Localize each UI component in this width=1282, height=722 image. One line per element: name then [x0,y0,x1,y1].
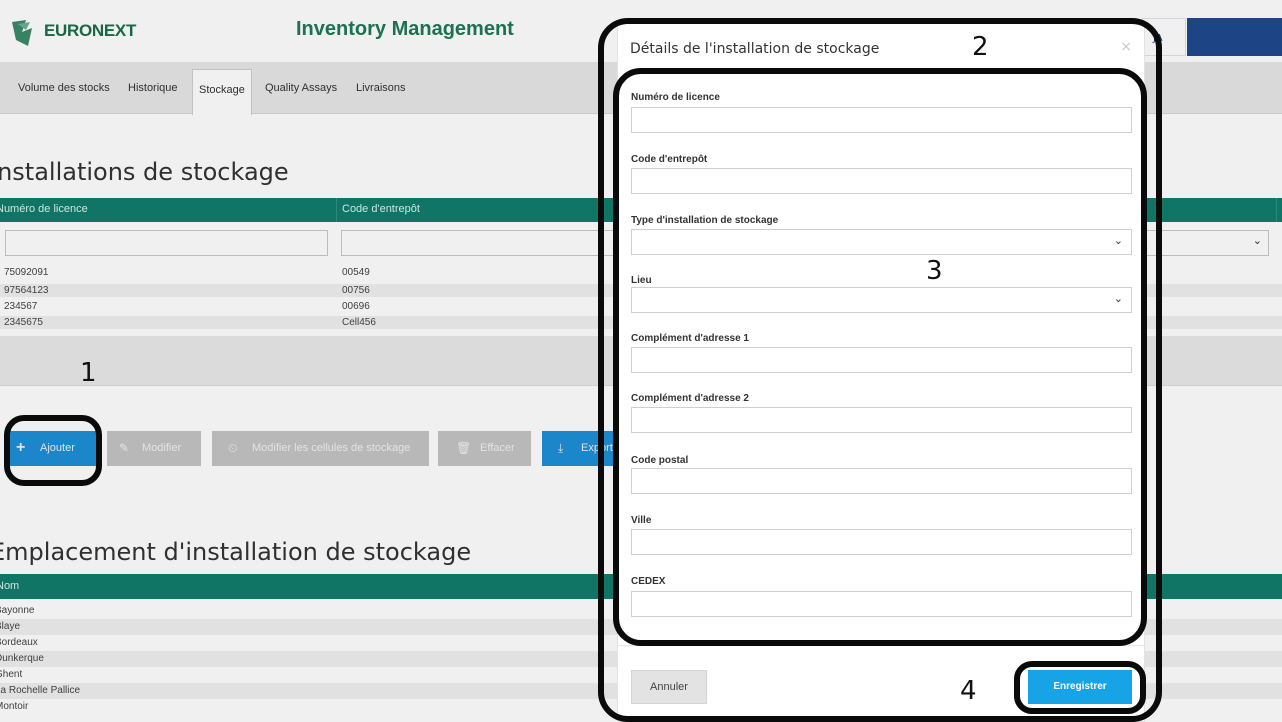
annotation-number-1: 1 [80,358,97,388]
field-label-licence: Numéro de licence [631,92,720,103]
code-postal-input[interactable] [631,468,1132,494]
chevron-down-icon: ⌄ [1113,234,1123,247]
licence-input[interactable] [631,107,1132,133]
field-label-adresse-1: Complément d'adresse 1 [631,333,749,344]
adresse-1-input[interactable] [631,347,1132,373]
type-select[interactable]: ⌄ [631,229,1132,255]
ville-input[interactable] [631,529,1132,555]
field-label-code-postal: Code postal [631,455,689,466]
annotation-number-3: 3 [926,256,943,286]
field-label-adresse-2: Complément d'adresse 2 [631,393,749,404]
entrepot-input[interactable] [631,168,1132,194]
close-icon[interactable]: × [1120,39,1132,55]
chevron-down-icon: ⌄ [1113,292,1123,305]
cancel-button[interactable]: Annuler [631,670,707,704]
adresse-2-input[interactable] [631,407,1132,433]
cedex-input[interactable] [631,591,1132,617]
field-label-ville: Ville [631,515,652,526]
save-button[interactable]: Enregistrer [1028,670,1132,704]
field-label-type: Type d'installation de stockage [631,215,779,226]
storage-details-modal: Détails de l'installation de stockage × … [617,22,1145,722]
field-label-entrepot: Code d'entrepôt [631,154,708,165]
field-label-lieu: Lieu [631,275,652,286]
modal-footer-divider [618,645,1144,646]
field-label-cedex: CEDEX [631,576,666,587]
lieu-select[interactable]: ⌄ [631,287,1132,313]
modal-title: Détails de l'installation de stockage [630,41,880,57]
annotation-number-2: 2 [972,32,989,62]
annotation-number-4: 4 [960,676,977,706]
